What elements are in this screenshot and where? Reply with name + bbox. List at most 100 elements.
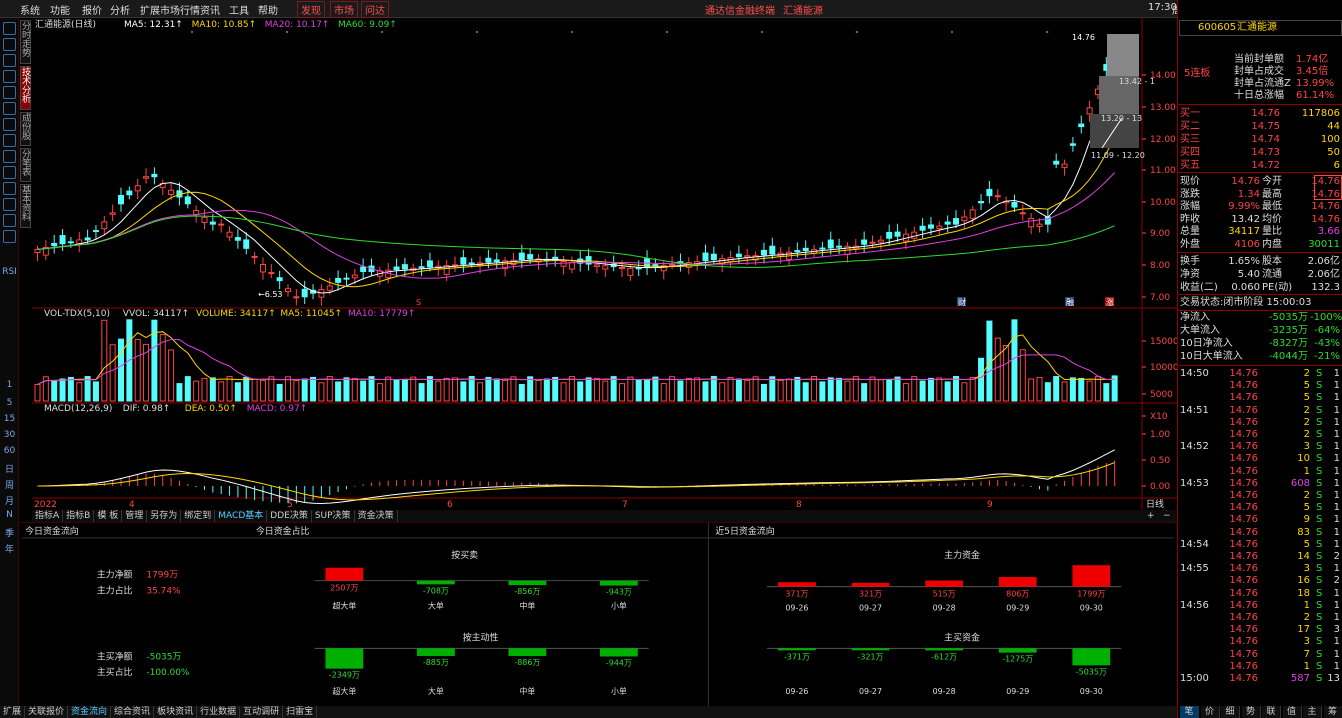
indicator-tab-2[interactable]: 模 板 <box>94 510 123 522</box>
tick-vol-15: 14 <box>1297 551 1310 562</box>
menu-item-6[interactable]: 工具 <box>229 2 249 17</box>
tick-side-24: S <box>1316 660 1323 672</box>
tick-time-9: 14:53 <box>1180 477 1209 489</box>
indicator-tab-9[interactable]: 资金决策 <box>355 510 398 522</box>
period-button-1[interactable]: 1 <box>0 380 19 390</box>
candle <box>67 241 74 244</box>
quote-bottom-tab-6[interactable]: 主 <box>1303 706 1322 718</box>
quote2-val2-0: 2.06亿 <box>1307 256 1340 267</box>
divider <box>1178 310 1342 311</box>
indicator-tab-4[interactable]: 另存为 <box>147 510 182 522</box>
status-tab-5[interactable]: 行业数据 <box>197 706 241 718</box>
period-button-10[interactable]: 季 <box>0 526 19 539</box>
bid-label-4: 买五 <box>1180 160 1200 171</box>
side-tab-4[interactable]: 基本资料 <box>20 184 31 228</box>
menu-item-1[interactable]: 功能 <box>50 2 70 17</box>
candle <box>861 239 868 245</box>
tick-vol-4: 2 <box>1303 416 1310 428</box>
candle <box>460 257 467 265</box>
status-tab-4[interactable]: 板块资讯 <box>154 706 198 718</box>
tool-icon-8[interactable] <box>3 150 16 163</box>
status-tab-0[interactable]: 扩展 <box>0 706 26 718</box>
tick-price-4: 14.76 <box>1229 416 1258 428</box>
tool-icon-0[interactable] <box>3 22 16 35</box>
period-button-2[interactable]: 5 <box>0 398 19 408</box>
side-tab-3[interactable]: 分笔表 <box>20 148 31 182</box>
tool-icon-3[interactable] <box>3 70 16 83</box>
menu-item-4[interactable]: 扩展市场行情 <box>140 2 200 17</box>
indicator-tab-5[interactable]: 绑定到 <box>181 510 216 522</box>
tick-count-18: 1 <box>1333 587 1340 599</box>
quote-bottom-tab-0[interactable]: 笔 <box>1180 706 1199 718</box>
menu-highlight-0[interactable]: 发现 <box>297 1 325 18</box>
indicator-tab-7[interactable]: DDE决策 <box>267 510 312 522</box>
menu-item-5[interactable]: 资讯 <box>200 2 220 17</box>
tool-icon-13[interactable] <box>3 230 16 243</box>
period-button-7[interactable]: 周 <box>0 478 19 491</box>
status-tab-3[interactable]: 综合资讯 <box>111 706 155 718</box>
indicator-tab-1[interactable]: 指标B <box>63 510 95 522</box>
tool-icon-11[interactable] <box>3 198 16 211</box>
period-button-11[interactable]: 年 <box>0 542 19 555</box>
quote-bottom-tab-3[interactable]: 势 <box>1241 706 1261 718</box>
candle <box>886 231 893 239</box>
status-tab-1[interactable]: 关联报价 <box>25 706 69 718</box>
tool-icon-9[interactable] <box>3 166 16 179</box>
bid-price-2: 14.74 <box>1251 134 1280 145</box>
seal-value-0: 1.74亿 <box>1296 54 1329 65</box>
zoom-control-0[interactable]: + <box>1144 510 1158 522</box>
indicator-tab-0[interactable]: 指标A <box>32 510 64 522</box>
buy5-cat-3: 09-29 <box>1006 687 1029 696</box>
quote-bottom-tab-4[interactable]: 联 <box>1262 706 1281 718</box>
quote-key2-3: 均价 <box>1262 213 1282 225</box>
candle <box>894 231 901 237</box>
period-button-6[interactable]: 日 <box>0 462 19 475</box>
quote-bottom-tab-7[interactable]: 筹 <box>1323 706 1342 718</box>
menu-item-2[interactable]: 报价 <box>82 2 102 17</box>
indicator-tab-6[interactable]: MACD基本 <box>215 510 268 522</box>
tool-icon-12[interactable] <box>3 214 16 227</box>
status-tab-7[interactable]: 扫雷宝 <box>283 706 318 718</box>
tick-side-19: S <box>1316 599 1323 611</box>
menu-highlight-2[interactable]: 问达 <box>361 1 389 18</box>
period-button-5[interactable]: 60 <box>0 446 19 456</box>
menu-center-link-1[interactable]: 汇通能源 <box>783 2 823 17</box>
tool-icon-6[interactable] <box>3 118 16 131</box>
candle <box>836 245 843 248</box>
kline-chart[interactable]: 汇通能源(日线) MA5: 12.31↑ MA10: 10.85↑ MA20: 10.… <box>32 18 1177 510</box>
macd-label-2: DEA: 0.50↑ <box>185 404 237 414</box>
period-button-8[interactable]: 月 <box>0 494 19 507</box>
indicator-tab-3[interactable]: 管理 <box>122 510 148 522</box>
menu-item-0[interactable]: 系统 <box>20 2 40 17</box>
tick-side-13: S <box>1316 526 1323 538</box>
quote-bottom-tab-2[interactable]: 细 <box>1221 706 1240 718</box>
menu-center-link-0[interactable]: 通达信金融终端 <box>705 2 775 17</box>
tool-icon-1[interactable] <box>3 38 16 51</box>
tool-icon-10[interactable] <box>3 182 16 195</box>
tool-icon-5[interactable] <box>3 102 16 115</box>
menu-highlight-1[interactable]: 市场 <box>330 1 358 18</box>
side-tab-0[interactable]: 分时走势 <box>20 20 31 64</box>
menu-item-3[interactable]: 分析 <box>110 2 130 17</box>
main5-title: 主力资金 <box>944 549 980 561</box>
bottom-status-tabs: 扩展 关联报价 资金流向 综合资讯 板块资讯 行业数据 互动调研 扫雷宝 <box>0 706 1342 718</box>
quote-bottom-tab-1[interactable]: 价 <box>1200 706 1220 718</box>
quote-bottom-tab-5[interactable]: 值 <box>1282 706 1302 718</box>
zoom-control-1[interactable]: − <box>1160 510 1174 522</box>
status-tab-6[interactable]: 互动调研 <box>240 706 284 718</box>
status-tab-2[interactable]: 资金流向 <box>68 706 112 718</box>
period-button-3[interactable]: 15 <box>0 414 19 424</box>
period-button-4[interactable]: 30 <box>0 430 19 440</box>
tool-icon-4[interactable] <box>3 86 16 99</box>
indicator-tabs: 指标A 指标B 模 板管理 另存为 绑定到 MACD基本 DDE决策 SUP决策 资金决策 + − <box>32 510 1177 522</box>
period-button-0[interactable]: RSI <box>0 267 19 277</box>
menu-item-7[interactable]: 帮助 <box>258 2 278 17</box>
volume-bar <box>919 380 926 402</box>
tick-price-20: 14.76 <box>1229 612 1258 623</box>
period-button-9[interactable]: N <box>0 510 19 520</box>
indicator-tab-8[interactable]: SUP决策 <box>312 510 355 522</box>
tool-icon-7[interactable] <box>3 134 16 147</box>
tool-icon-2[interactable] <box>3 54 16 67</box>
side-tab-2[interactable]: 成份股 <box>20 112 31 146</box>
side-tab-1[interactable]: 技术分析 <box>20 66 31 110</box>
